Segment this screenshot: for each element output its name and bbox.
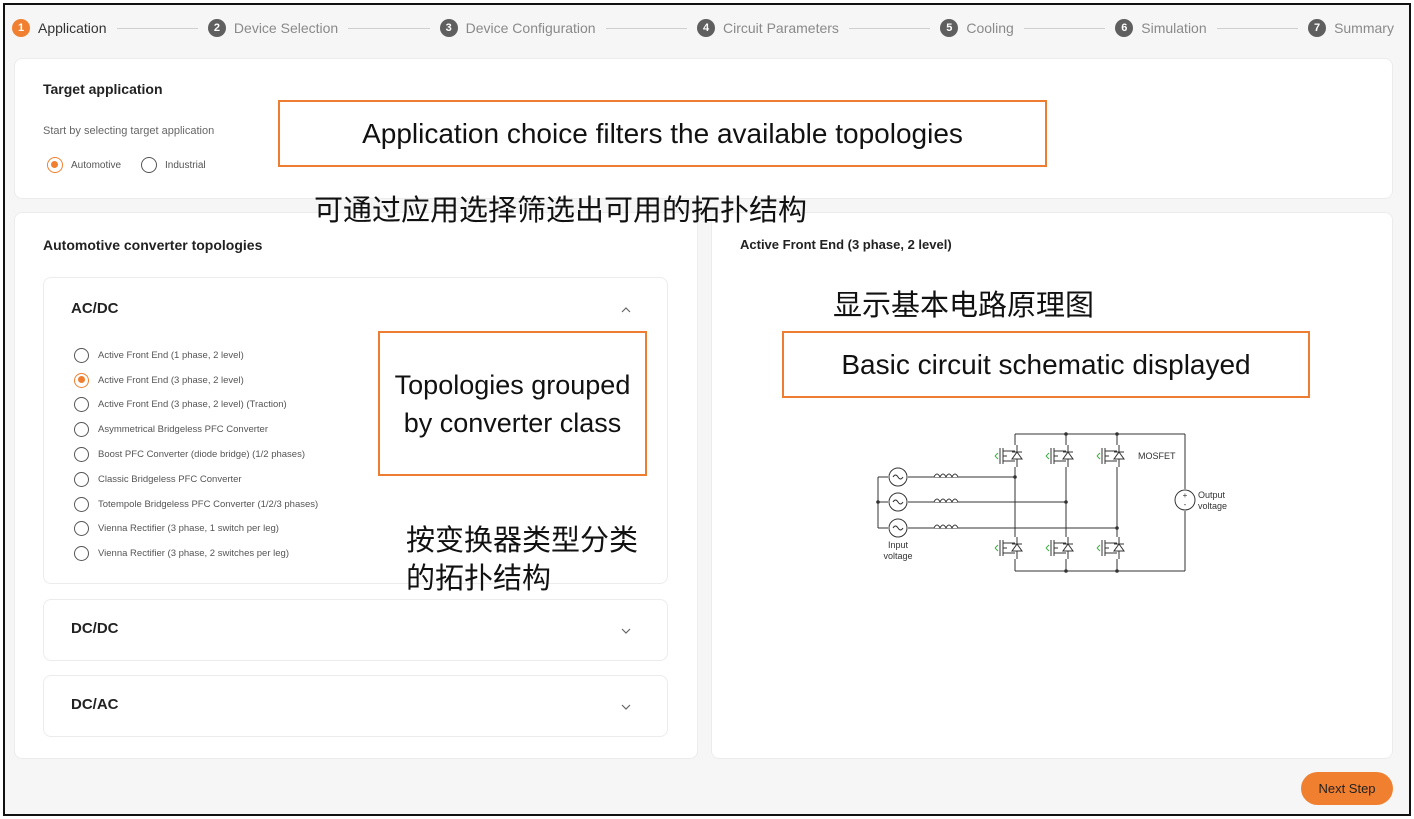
radio-unchecked-icon[interactable] bbox=[74, 422, 89, 438]
step-circuit-parameters[interactable]: 4 Circuit Parameters bbox=[697, 19, 839, 37]
accordion-acdc-header[interactable]: AC/DC bbox=[71, 300, 119, 317]
ac-source-icons bbox=[888, 467, 908, 538]
topologies-title: Automotive converter topologies bbox=[43, 237, 263, 253]
target-application-title: Target application bbox=[43, 81, 163, 97]
radio-industrial[interactable]: Industrial bbox=[141, 157, 206, 173]
step-label: Summary bbox=[1334, 20, 1394, 36]
accordion-dcdc-header[interactable]: DC/DC bbox=[71, 620, 119, 637]
topologies-card: Automotive converter topologies AC/DC Ac… bbox=[14, 212, 698, 759]
annotation-schematic-displayed: Basic circuit schematic displayed bbox=[782, 331, 1310, 398]
annotation-application-filter: Application choice filters the available… bbox=[278, 100, 1047, 167]
topology-label: Asymmetrical Bridgeless PFC Converter bbox=[98, 424, 268, 436]
step-number: 1 bbox=[12, 19, 30, 37]
topology-label: Vienna Rectifier (3 phase, 2 switches pe… bbox=[98, 548, 289, 560]
radio-unchecked-icon[interactable] bbox=[74, 397, 89, 413]
step-connector bbox=[1216, 27, 1299, 29]
topology-label: Boost PFC Converter (diode bridge) (1/2 … bbox=[98, 449, 305, 461]
step-label: Device Selection bbox=[233, 20, 339, 36]
chevron-up-icon[interactable] bbox=[621, 305, 631, 315]
step-number: 2 bbox=[207, 19, 226, 37]
step-connector bbox=[848, 27, 931, 29]
topology-label: Totempole Bridgeless PFC Converter (1/2/… bbox=[98, 498, 319, 510]
step-label: Device Configuration bbox=[465, 20, 596, 36]
step-number: 4 bbox=[697, 19, 716, 37]
step-number: 7 bbox=[1308, 19, 1327, 37]
chevron-down-icon[interactable] bbox=[621, 702, 631, 712]
radio-label: Automotive bbox=[71, 159, 122, 171]
topology-option[interactable]: Vienna Rectifier (3 phase, 2 switches pe… bbox=[74, 541, 318, 566]
topology-option[interactable]: Active Front End (3 phase, 2 level) bbox=[74, 368, 318, 393]
topology-option[interactable]: Totempole Bridgeless PFC Converter (1/2/… bbox=[74, 492, 318, 517]
annotation-topologies-grouped-cn: 按变换器类型分类的拓扑结构 bbox=[406, 523, 639, 595]
topology-option[interactable]: Classic Bridgeless PFC Converter bbox=[74, 467, 318, 492]
output-label-line2: voltage bbox=[1198, 501, 1227, 511]
annotation-application-filter-cn: 可通过应用选择筛选出可用的拓扑结构 bbox=[314, 193, 808, 227]
step-label: Application bbox=[38, 20, 107, 36]
annotation-schematic-cn: 显示基本电路原理图 bbox=[833, 288, 1095, 322]
topology-option[interactable]: Boost PFC Converter (diode bridge) (1/2 … bbox=[74, 442, 318, 467]
accordion-dcac-header[interactable]: DC/AC bbox=[71, 696, 119, 713]
step-number: 6 bbox=[1115, 19, 1134, 37]
step-connector bbox=[348, 27, 430, 29]
radio-unchecked-icon[interactable] bbox=[74, 496, 89, 512]
step-number: 3 bbox=[439, 19, 458, 37]
step-device-selection[interactable]: 2 Device Selection bbox=[207, 19, 339, 37]
topology-radio-list: Active Front End (1 phase, 2 level) Acti… bbox=[74, 343, 318, 566]
topology-label: Classic Bridgeless PFC Converter bbox=[98, 473, 242, 485]
step-connector bbox=[116, 27, 198, 29]
step-label: Cooling bbox=[966, 20, 1014, 36]
next-step-button[interactable]: Next Step bbox=[1301, 772, 1393, 805]
inductor-icons bbox=[933, 473, 959, 530]
step-cooling[interactable]: 5 Cooling bbox=[940, 19, 1014, 37]
radio-unchecked-icon[interactable] bbox=[74, 546, 89, 562]
topology-label: Active Front End (1 phase, 2 level) bbox=[98, 349, 244, 361]
accordion-dcdc[interactable]: DC/DC bbox=[43, 599, 668, 661]
step-label: Circuit Parameters bbox=[723, 20, 839, 36]
step-summary[interactable]: 7 Summary bbox=[1308, 19, 1394, 37]
accordion-dcac[interactable]: DC/AC bbox=[43, 675, 668, 737]
topology-option[interactable]: Active Front End (1 phase, 2 level) bbox=[74, 343, 318, 368]
step-application[interactable]: 1 Application bbox=[12, 19, 107, 37]
topology-option[interactable]: Vienna Rectifier (3 phase, 1 switch per … bbox=[74, 517, 318, 542]
chevron-down-icon[interactable] bbox=[621, 626, 631, 636]
input-label-line1: Input bbox=[888, 540, 909, 550]
radio-label: Industrial bbox=[165, 159, 206, 171]
output-voltage-icon: + - bbox=[1174, 489, 1196, 511]
input-label-line2: voltage bbox=[883, 551, 912, 561]
topology-option[interactable]: Asymmetrical Bridgeless PFC Converter bbox=[74, 417, 318, 442]
radio-checked-icon[interactable] bbox=[74, 372, 89, 388]
step-simulation[interactable]: 6 Simulation bbox=[1115, 19, 1207, 37]
step-device-configuration[interactable]: 3 Device Configuration bbox=[439, 19, 596, 37]
schematic-title: Active Front End (3 phase, 2 level) bbox=[740, 237, 952, 252]
topology-label: Active Front End (3 phase, 2 level) bbox=[98, 374, 244, 386]
step-connector bbox=[605, 27, 688, 29]
circuit-schematic: + - MOSFET Output voltage Input voltage bbox=[876, 432, 1227, 573]
step-label: Simulation bbox=[1141, 20, 1207, 36]
radio-unchecked-icon[interactable] bbox=[141, 157, 158, 173]
wizard-stepper: 1 Application 2 Device Selection 3 Devic… bbox=[12, 17, 1394, 39]
topology-label: Active Front End (3 phase, 2 level) (Tra… bbox=[98, 399, 287, 411]
step-number: 5 bbox=[940, 19, 959, 37]
radio-unchecked-icon[interactable] bbox=[74, 521, 89, 537]
radio-checked-icon[interactable] bbox=[47, 157, 63, 173]
svg-text:-: - bbox=[1184, 500, 1187, 509]
radio-automotive[interactable]: Automotive bbox=[47, 157, 121, 173]
svg-text:+: + bbox=[1183, 491, 1188, 500]
radio-unchecked-icon[interactable] bbox=[74, 471, 89, 487]
topology-label: Vienna Rectifier (3 phase, 1 switch per … bbox=[98, 523, 279, 535]
annotation-topologies-grouped: Topologies grouped by converter class bbox=[378, 331, 647, 476]
target-application-radio-group: Automotive Industrial bbox=[47, 157, 206, 173]
step-connector bbox=[1023, 27, 1106, 29]
output-label-line1: Output bbox=[1198, 490, 1226, 500]
target-application-subtitle: Start by selecting target application bbox=[43, 125, 215, 137]
mosfet-label: MOSFET bbox=[1138, 451, 1176, 461]
topology-option[interactable]: Active Front End (3 phase, 2 level) (Tra… bbox=[74, 393, 318, 418]
radio-unchecked-icon[interactable] bbox=[74, 347, 89, 363]
radio-unchecked-icon[interactable] bbox=[74, 447, 89, 463]
